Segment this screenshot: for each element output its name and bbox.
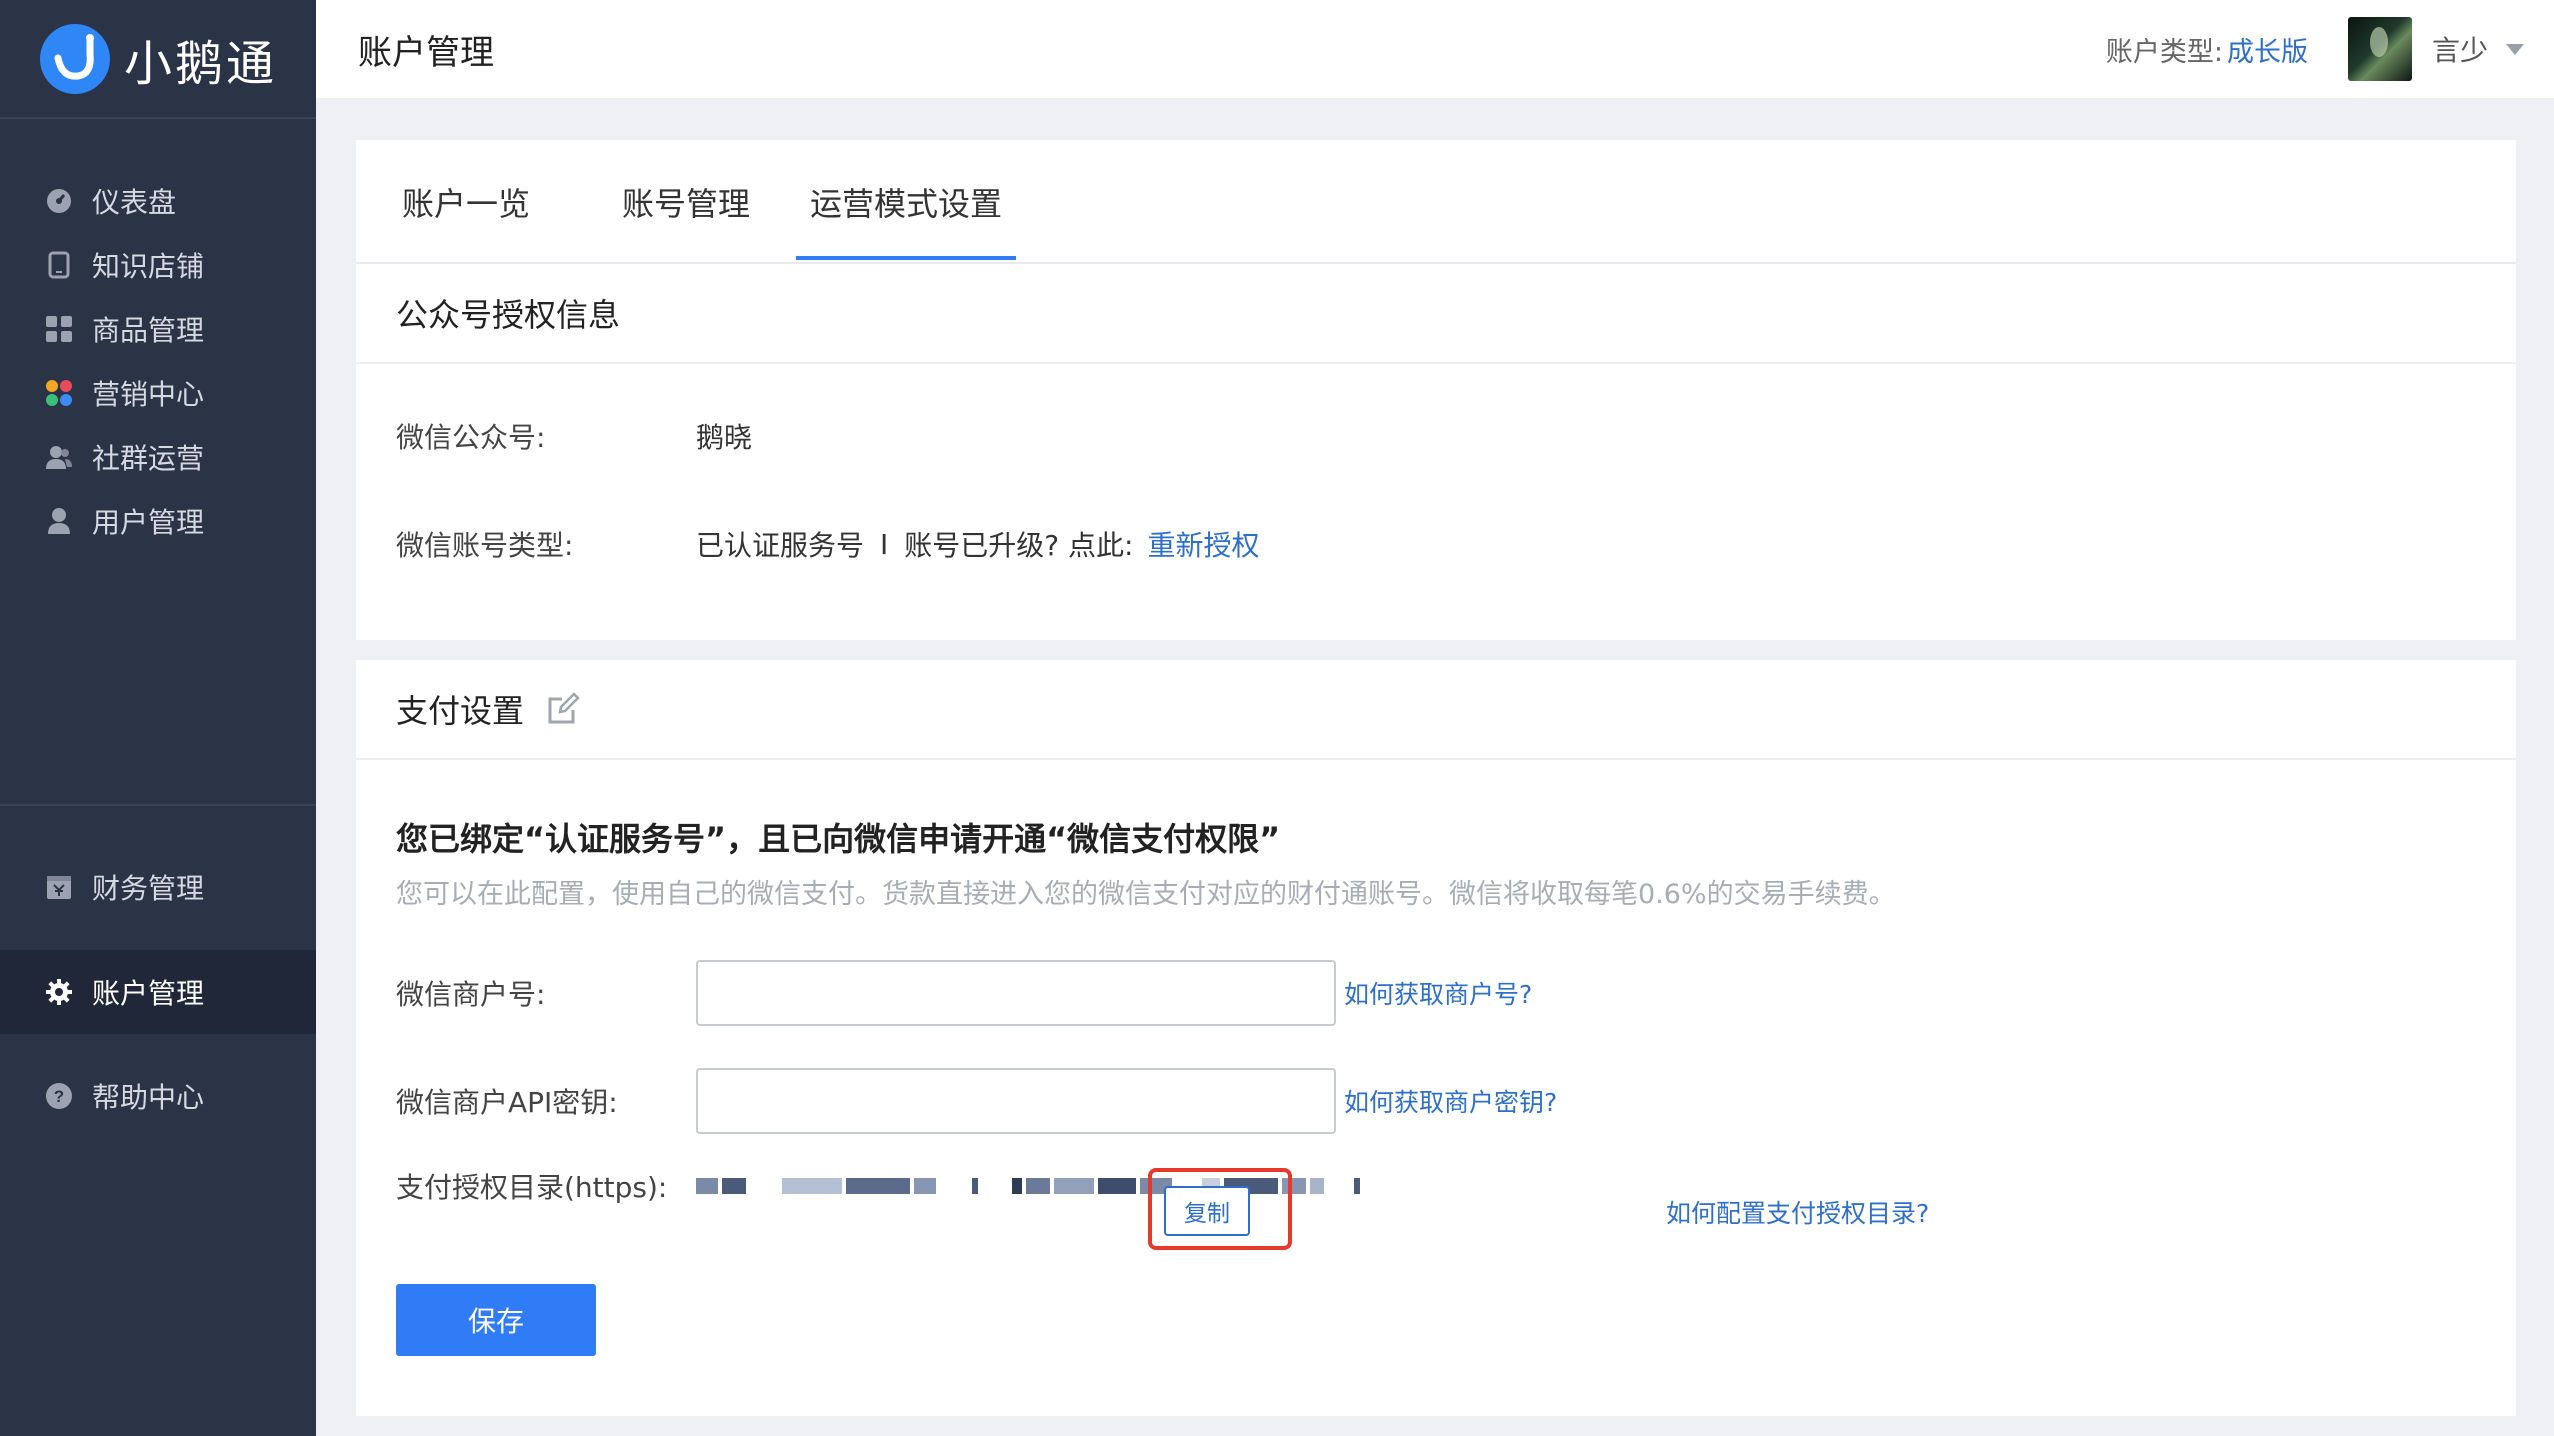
sidebar-item-label: 知识店铺 <box>92 250 205 283</box>
tab-label: 账号管理 <box>622 185 751 223</box>
account-type-label: 账户类型: <box>2105 36 2223 68</box>
api-key-help-link[interactable]: 如何获取商户密钥? <box>1344 1083 1557 1119</box>
copy-button[interactable]: 复制 <box>1164 1186 1250 1236</box>
wechat-account-type-value: 已认证服务号 <box>696 529 865 562</box>
payment-heading: 您已绑定“认证服务号”，且已向微信申请开通“微信支付权限” <box>396 820 1281 858</box>
wechat-account-row: 微信公众号: 鹅晓 <box>396 416 752 456</box>
tab-account-overview[interactable]: 账户一览 <box>402 140 530 264</box>
avatar[interactable] <box>2347 17 2412 81</box>
goose-logo-icon <box>40 23 110 94</box>
sidebar-item-label: 用户管理 <box>92 506 205 539</box>
section-title: 支付设置 <box>396 692 525 730</box>
payment-description: 您可以在此配置，使用自己的微信支付。货款直接进入您的微信支付对应的财付通账号。微… <box>396 879 1896 910</box>
group-icon <box>44 442 74 472</box>
sidebar-item-label: 帮助中心 <box>92 1081 205 1114</box>
finance-icon <box>44 872 74 902</box>
merchant-id-input[interactable] <box>696 960 1336 1026</box>
sidebar-divider <box>0 804 316 806</box>
page-title: 账户管理 <box>358 32 494 73</box>
merchant-id-help-link[interactable]: 如何获取商户号? <box>1344 975 1532 1011</box>
section-title: 公众号授权信息 <box>396 296 621 334</box>
wechat-account-value: 鹅晓 <box>696 421 753 454</box>
sidebar-item-help[interactable]: ? 帮助中心 <box>0 1054 316 1138</box>
sidebar-item-label: 社群运营 <box>92 442 205 475</box>
help-icon: ? <box>44 1081 74 1111</box>
gear-icon <box>44 977 74 1007</box>
wechat-account-label: 微信公众号: <box>396 421 546 454</box>
payment-settings-section: 支付设置 您已绑定“认证服务号”，且已向微信申请开通“微信支付权限” 您可以在此… <box>356 660 2516 1416</box>
sidebar-item-label: 财务管理 <box>92 872 205 905</box>
wechat-account-type-label: 微信账号类型: <box>396 529 574 562</box>
app-name: 小鹅通 <box>124 35 278 92</box>
chevron-down-icon[interactable] <box>2506 43 2524 55</box>
sidebar: 小鹅通 仪表盘 知识店铺 商品管理 营销中心 社群运营 用户管理 财务管理 账户… <box>0 0 316 1436</box>
section-header: 支付设置 <box>356 660 2516 760</box>
api-key-label: 微信商户API密钥: <box>396 1086 618 1119</box>
active-tab-indicator <box>796 256 1016 260</box>
tab-label: 账户一览 <box>402 185 531 223</box>
auth-directory-help-link[interactable]: 如何配置支付授权目录? <box>1666 1194 1929 1230</box>
sidebar-item-label: 营销中心 <box>92 378 205 411</box>
auth-directory-row: 支付授权目录(https): <box>396 1166 1478 1206</box>
upgrade-text: 账号已升级? 点此: <box>904 529 1134 562</box>
account-type-value[interactable]: 成长版 <box>2227 30 2308 69</box>
top-bar: 账户管理 账户类型: 成长版 言少 <box>316 0 2554 98</box>
sidebar-item-account[interactable]: 账户管理 <box>0 950 316 1034</box>
section-header: 公众号授权信息 <box>356 264 2516 364</box>
auth-info-section: 公众号授权信息 微信公众号: 鹅晓 微信账号类型: 已认证服务号 I 账号已升级… <box>356 264 2516 640</box>
wechat-account-type-row: 微信账号类型: 已认证服务号 I 账号已升级? 点此: 重新授权 <box>396 524 1260 564</box>
sidebar-item-label: 账户管理 <box>92 977 205 1010</box>
tab-label: 运营模式设置 <box>810 185 1003 223</box>
tablet-icon <box>44 250 74 280</box>
merchant-id-label: 微信商户号: <box>396 978 546 1011</box>
sidebar-item-users[interactable]: 用户管理 <box>0 479 316 563</box>
edit-icon[interactable] <box>546 692 580 726</box>
sidebar-item-label: 仪表盘 <box>92 186 177 219</box>
tabs-bar: 账户一览 账号管理 运营模式设置 <box>356 140 2516 264</box>
user-icon <box>44 506 74 536</box>
api-key-input[interactable] <box>696 1068 1336 1134</box>
tab-account-management[interactable]: 账号管理 <box>622 140 750 264</box>
auth-directory-label: 支付授权目录(https): <box>396 1171 668 1204</box>
account-info: 账户类型: 成长版 言少 <box>2106 0 2524 98</box>
auth-directory-value-blurred <box>696 1166 1478 1206</box>
reauthorize-link[interactable]: 重新授权 <box>1147 524 1259 564</box>
separator: I <box>880 527 889 561</box>
app-logo[interactable]: 小鹅通 <box>0 0 316 119</box>
sidebar-item-finance[interactable]: 财务管理 <box>0 845 316 929</box>
grid-icon <box>44 314 74 344</box>
save-button[interactable]: 保存 <box>396 1284 596 1356</box>
sidebar-item-label: 商品管理 <box>92 314 205 347</box>
svg-text:?: ? <box>54 1087 64 1106</box>
user-name[interactable]: 言少 <box>2432 29 2488 69</box>
merchant-id-row: 微信商户号: 如何获取商户号? <box>396 960 1532 1026</box>
api-key-row: 微信商户API密钥: 如何获取商户密钥? <box>396 1068 1557 1134</box>
colorful-dots-icon <box>44 378 74 408</box>
dashboard-icon <box>44 186 74 216</box>
tab-operation-mode[interactable]: 运营模式设置 <box>810 140 1002 264</box>
